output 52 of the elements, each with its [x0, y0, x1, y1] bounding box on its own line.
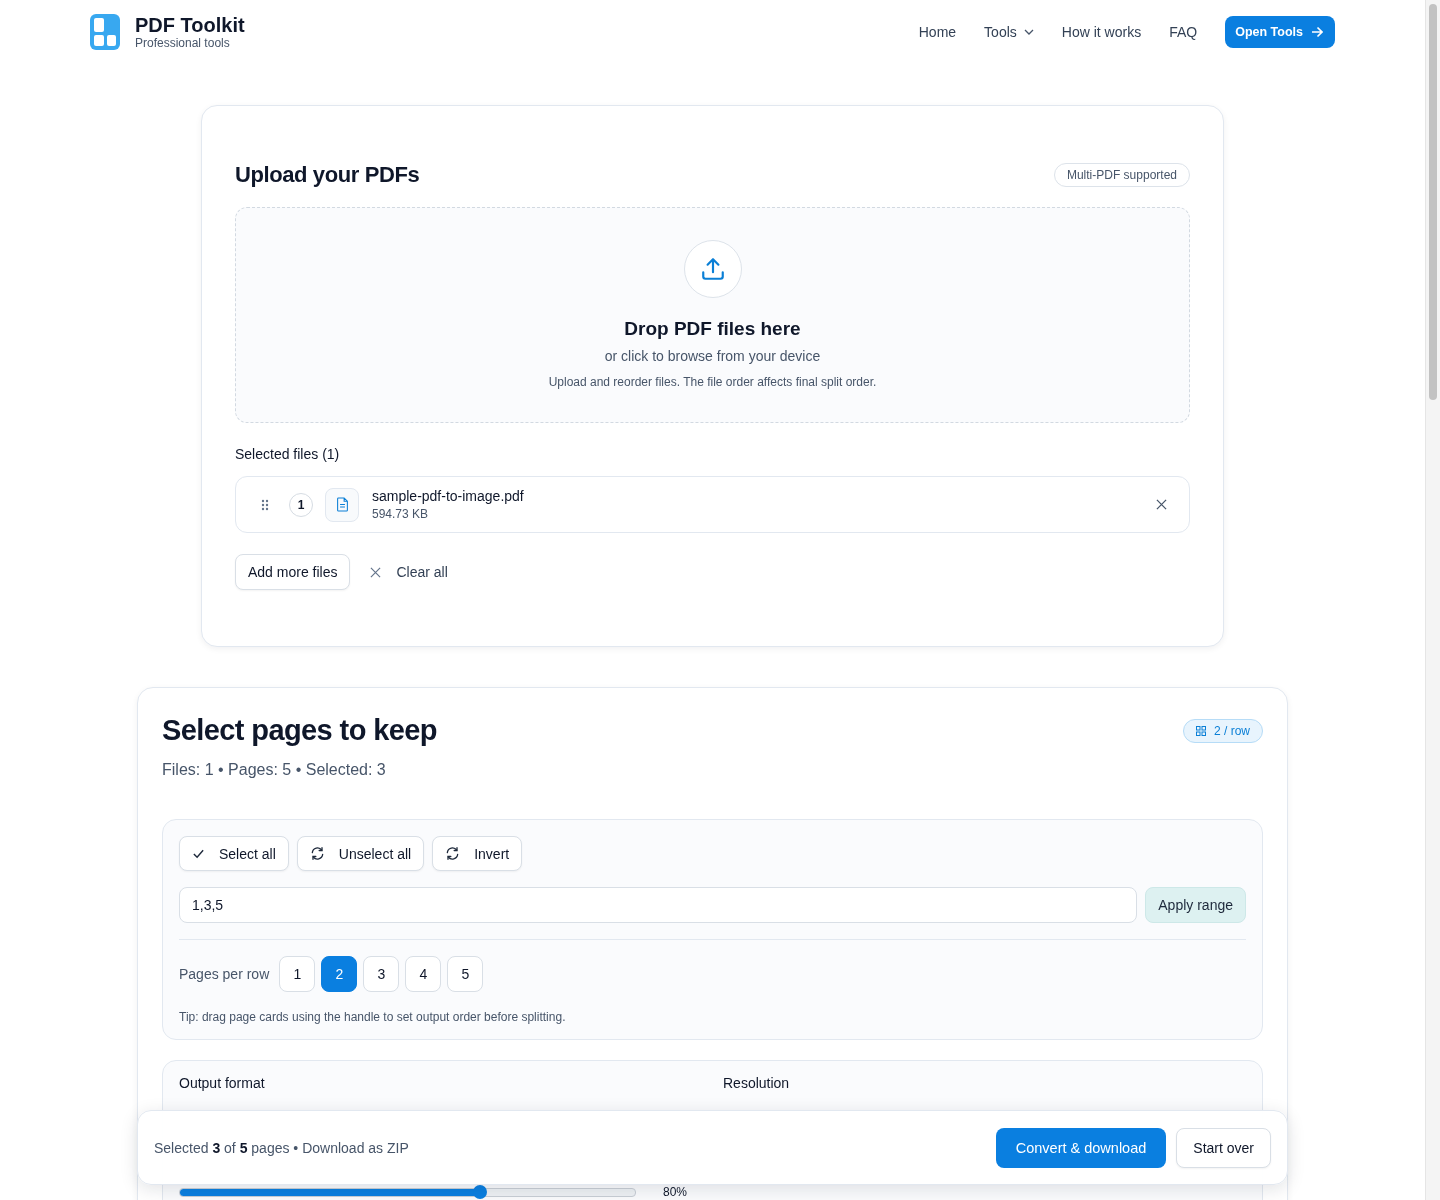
- grid-icon: [1196, 725, 1206, 736]
- document-icon: [325, 487, 359, 522]
- resolution-label: Resolution: [723, 1075, 791, 1091]
- check-icon: [192, 847, 205, 860]
- nav-link[interactable]: Home: [918, 24, 957, 40]
- file-row[interactable]: 1 sample-pdf-to-image.pdf 594.73 KB: [235, 476, 1190, 533]
- brand-name: PDF Toolkit: [135, 14, 245, 36]
- per-row-option[interactable]: 1: [279, 956, 316, 992]
- logo-icon: [90, 14, 120, 50]
- brand-tagline: Professional tools: [135, 36, 231, 50]
- card-title: Upload your PDFs: [235, 162, 420, 188]
- start-over-button[interactable]: Start over: [1176, 1127, 1271, 1168]
- output-format-label: Output format: [179, 1075, 266, 1091]
- drop-hint: Upload and reorder files. The file order affects final split order.: [548, 375, 877, 389]
- open-tools-button[interactable]: Open Tools: [1225, 16, 1335, 48]
- pages-per-row-label: Pages per row: [179, 966, 270, 982]
- tip-text: Tip: drag page cards using the handle to set output order before splitting.: [179, 1010, 567, 1024]
- refresh-icon: [309, 846, 325, 861]
- page-stats: Files: 1 • Pages: 5 • Selected: 3: [162, 761, 387, 779]
- drop-subtitle: or click to browse from your device: [604, 348, 821, 364]
- bulk-action-button[interactable]: Unselect all: [296, 836, 425, 871]
- selection-summary: Selected 3 of 5 pages • Download as ZIP: [154, 1139, 409, 1156]
- file-name: sample-pdf-to-image.pdf: [372, 488, 525, 504]
- layout-badge: 2 / row: [1183, 718, 1263, 743]
- per-row-option[interactable]: 3: [363, 956, 400, 992]
- per-row-option[interactable]: 2: [321, 956, 358, 992]
- bulk-action-button[interactable]: Invert: [432, 836, 523, 871]
- drop-zone[interactable]: Drop PDF files here or click to browse from your device Upload and reorder files. The file order affects final split order.: [235, 207, 1190, 423]
- page-range-field[interactable]: 1,3,5: [179, 887, 1138, 923]
- nav-link[interactable]: Tools: [984, 24, 1034, 40]
- convert-download-button[interactable]: Convert & download: [995, 1127, 1167, 1168]
- chevron-icon: [1023, 29, 1034, 35]
- card-title: Select pages to keep: [162, 714, 437, 747]
- bulk-action-button[interactable]: Select all: [179, 836, 289, 871]
- drop-title: Drop PDF files here: [624, 318, 801, 340]
- scrollbar[interactable]: [1425, 0, 1440, 1200]
- per-row-option[interactable]: 5: [447, 956, 484, 992]
- close-icon[interactable]: [1156, 499, 1167, 510]
- apply-range-button[interactable]: Apply range: [1145, 887, 1246, 923]
- nav-link[interactable]: FAQ: [1169, 24, 1198, 40]
- clear-all-button[interactable]: Clear all: [370, 564, 448, 580]
- add-more-files-button[interactable]: Add more files: [235, 554, 351, 590]
- close-icon: [370, 566, 382, 578]
- quality-slider[interactable]: [179, 1187, 636, 1197]
- file-size: 594.73 KB: [372, 507, 430, 521]
- quality-reading: 80%: [663, 1185, 688, 1199]
- arrow-icon: [1311, 26, 1323, 38]
- refresh-icon: [445, 846, 461, 861]
- nav-link[interactable]: How it works: [1061, 24, 1142, 40]
- per-row-option[interactable]: 4: [405, 956, 442, 992]
- selected-files-label: Selected files (1): [235, 446, 341, 462]
- drag-handle-icon[interactable]: [261, 498, 269, 511]
